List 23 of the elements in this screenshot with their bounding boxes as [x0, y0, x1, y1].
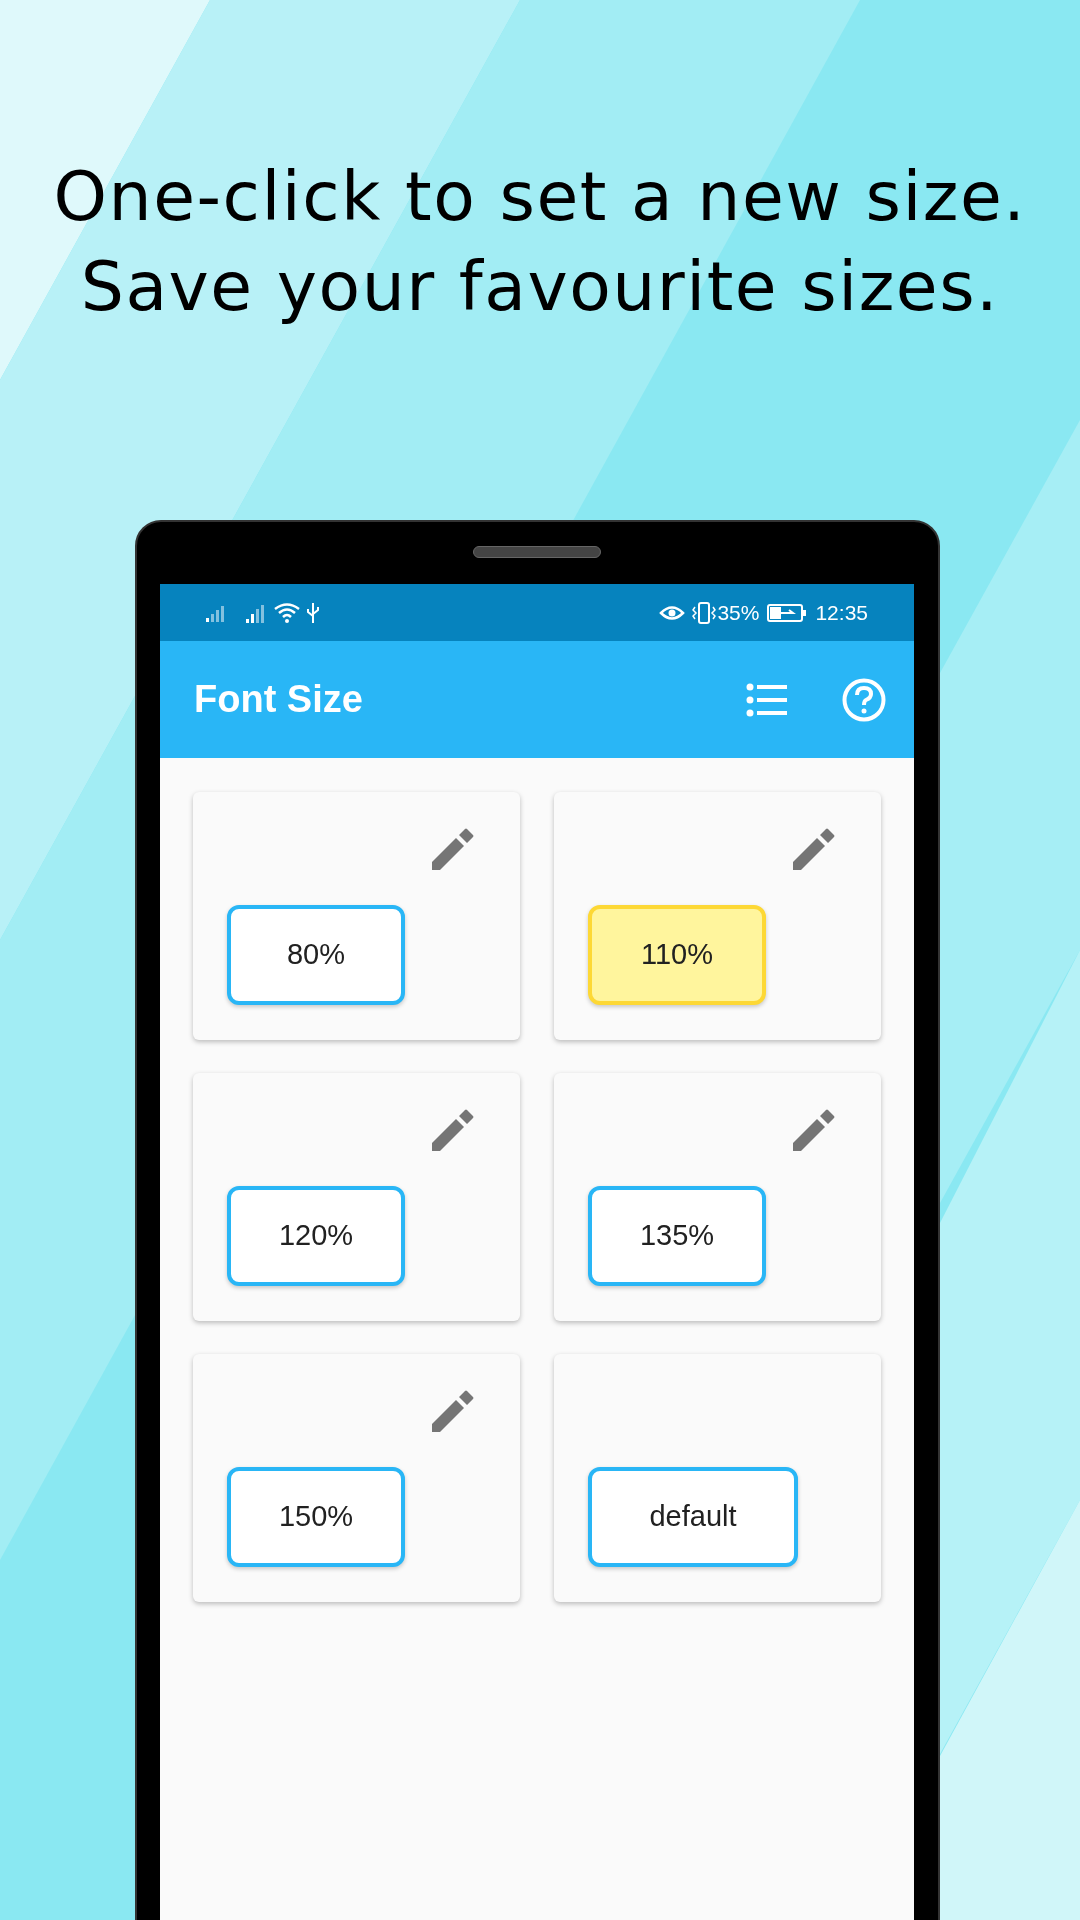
edit-icon[interactable]	[432, 1109, 474, 1151]
battery-percent: 35%	[717, 599, 760, 626]
wifi-icon	[274, 602, 300, 623]
headline-text: One-click to set a new size.	[53, 158, 1027, 237]
vibrate-icon	[691, 600, 718, 625]
battery-icon	[767, 602, 808, 623]
edit-icon[interactable]	[793, 1109, 835, 1151]
size-button[interactable]: 110%	[588, 905, 766, 1005]
edit-icon[interactable]	[432, 828, 474, 870]
size-button[interactable]: 120%	[227, 1186, 405, 1286]
eye-icon	[659, 603, 686, 622]
headline-text: Save your favourite sizes.	[80, 248, 1000, 327]
usb-icon	[306, 601, 320, 624]
help-icon[interactable]	[842, 677, 886, 722]
list-icon[interactable]	[746, 682, 788, 717]
size-button[interactable]: 80%	[227, 905, 405, 1005]
edit-icon[interactable]	[432, 1390, 474, 1432]
size-button[interactable]: default	[588, 1467, 798, 1567]
size-button[interactable]: 135%	[588, 1186, 766, 1286]
app-title: Font Size	[194, 677, 363, 722]
edit-icon[interactable]	[793, 828, 835, 870]
size-button[interactable]: 150%	[227, 1467, 405, 1567]
status-time: 12:35	[815, 599, 868, 626]
